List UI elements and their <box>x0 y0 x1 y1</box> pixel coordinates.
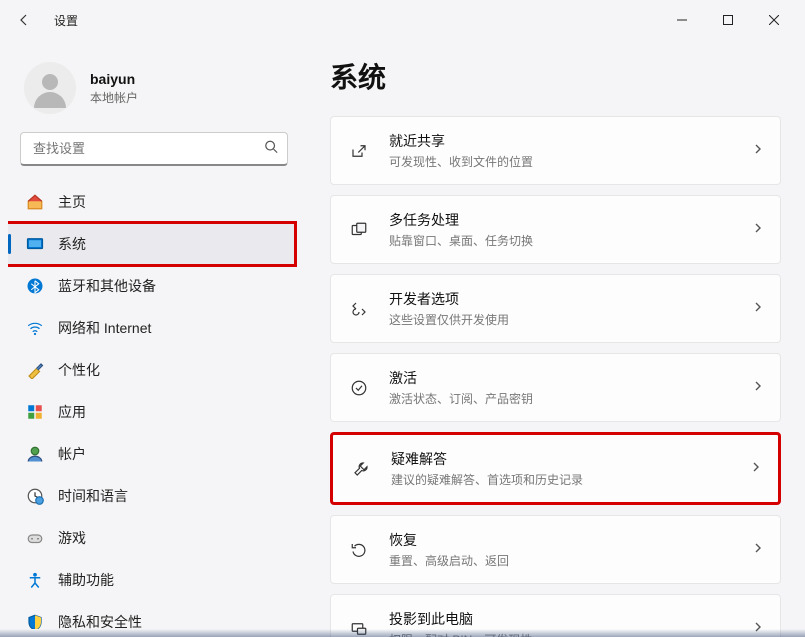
multitask-icon <box>347 218 371 242</box>
person-icon <box>30 68 70 108</box>
back-arrow-icon <box>16 12 32 28</box>
card-text: 开发者选项 这些设置仅供开发使用 <box>389 289 734 328</box>
accessibility-icon <box>26 571 44 589</box>
card-title: 疑难解答 <box>391 449 732 469</box>
card-title: 就近共享 <box>389 131 734 151</box>
sidebar-item-label: 时间和语言 <box>58 486 128 506</box>
profile-name: baiyun <box>90 71 138 87</box>
card-title: 恢复 <box>389 530 734 550</box>
page-title: 系统 <box>330 56 781 96</box>
sidebar-item-label: 游戏 <box>58 528 86 548</box>
chevron-right-icon <box>752 142 764 160</box>
sidebar-item-network[interactable]: 网络和 Internet <box>16 308 286 348</box>
card-subtitle: 激活状态、订阅、产品密钥 <box>389 390 734 407</box>
card-text: 就近共享 可发现性、收到文件的位置 <box>389 131 734 170</box>
shield-icon <box>26 613 44 629</box>
recovery-icon <box>347 538 371 562</box>
sidebar-item-label: 个性化 <box>58 360 100 380</box>
bluetooth-icon <box>26 277 44 295</box>
sidebar-item-label: 帐户 <box>58 444 86 464</box>
sidebar-item-home[interactable]: 主页 <box>16 182 286 222</box>
card-text: 恢复 重置、高级启动、返回 <box>389 530 734 569</box>
card-subtitle: 可发现性、收到文件的位置 <box>389 153 734 170</box>
settings-card-recovery[interactable]: 恢复 重置、高级启动、返回 <box>330 515 781 584</box>
system-icon <box>26 235 44 253</box>
sidebar-item-personalization[interactable]: 个性化 <box>16 350 286 390</box>
sidebar-item-label: 蓝牙和其他设备 <box>58 276 156 296</box>
card-text: 激活 激活状态、订阅、产品密钥 <box>389 368 734 407</box>
card-subtitle: 贴靠窗口、桌面、任务切换 <box>389 232 734 249</box>
share-icon <box>347 139 371 163</box>
sidebar-item-time[interactable]: 时间和语言 <box>16 476 286 516</box>
wrench-icon <box>349 457 373 481</box>
search-input[interactable] <box>20 132 288 166</box>
card-title: 多任务处理 <box>389 210 734 230</box>
back-button[interactable] <box>8 4 40 36</box>
settings-card-nearby-share[interactable]: 就近共享 可发现性、收到文件的位置 <box>330 116 781 185</box>
sidebar-item-apps[interactable]: 应用 <box>16 392 286 432</box>
gaming-icon <box>26 529 44 547</box>
sidebar-item-label: 应用 <box>58 402 86 422</box>
wifi-icon <box>26 319 44 337</box>
card-text: 疑难解答 建议的疑难解答、首选项和历史记录 <box>391 449 732 488</box>
maximize-button[interactable] <box>705 4 751 36</box>
search-icon <box>264 140 278 159</box>
sidebar-item-accessibility[interactable]: 辅助功能 <box>16 560 286 600</box>
account-icon <box>26 445 44 463</box>
home-icon <box>26 193 44 211</box>
sidebar-item-label: 网络和 Internet <box>58 318 151 338</box>
profile-block[interactable]: baiyun 本地帐户 <box>8 48 300 132</box>
check-icon <box>347 376 371 400</box>
chevron-right-icon <box>752 221 764 239</box>
window-title: 设置 <box>54 12 78 29</box>
maximize-icon <box>723 15 733 25</box>
dev-icon <box>347 297 371 321</box>
card-subtitle: 重置、高级启动、返回 <box>389 552 734 569</box>
sidebar-item-system[interactable]: 系统 <box>8 224 294 264</box>
sidebar-item-label: 系统 <box>58 234 86 254</box>
nav-list: 主页 系统 蓝牙和其他设备 网络和 Internet 个性化 应用 帐户 时间和… <box>8 180 300 629</box>
card-title: 开发者选项 <box>389 289 734 309</box>
card-title: 投影到此电脑 <box>389 609 734 629</box>
close-icon <box>769 15 779 25</box>
brush-icon <box>26 361 44 379</box>
settings-card-multitask[interactable]: 多任务处理 贴靠窗口、桌面、任务切换 <box>330 195 781 264</box>
sidebar-item-label: 隐私和安全性 <box>58 612 142 629</box>
search-wrap <box>20 132 288 166</box>
clock-icon <box>26 487 44 505</box>
main-content[interactable]: 系统 就近共享 可发现性、收到文件的位置 多任务处理 贴靠窗口、桌面、任务切换 … <box>300 40 805 637</box>
settings-card-developers[interactable]: 开发者选项 这些设置仅供开发使用 <box>330 274 781 343</box>
card-title: 激活 <box>389 368 734 388</box>
sidebar: baiyun 本地帐户 主页 系统 蓝牙和其他设备 网络和 Internet 个… <box>0 40 300 637</box>
chevron-right-icon <box>752 379 764 397</box>
close-button[interactable] <box>751 4 797 36</box>
card-subtitle: 建议的疑难解答、首选项和历史记录 <box>391 471 732 488</box>
profile-text: baiyun 本地帐户 <box>90 71 138 106</box>
chevron-right-icon <box>752 300 764 318</box>
apps-icon <box>26 403 44 421</box>
sidebar-item-accounts[interactable]: 帐户 <box>16 434 286 474</box>
card-text: 多任务处理 贴靠窗口、桌面、任务切换 <box>389 210 734 249</box>
sidebar-item-label: 主页 <box>58 192 86 212</box>
avatar <box>24 62 76 114</box>
settings-card-activation[interactable]: 激活 激活状态、订阅、产品密钥 <box>330 353 781 422</box>
card-list: 就近共享 可发现性、收到文件的位置 多任务处理 贴靠窗口、桌面、任务切换 开发者… <box>330 116 781 637</box>
body: baiyun 本地帐户 主页 系统 蓝牙和其他设备 网络和 Internet 个… <box>0 40 805 637</box>
sidebar-item-gaming[interactable]: 游戏 <box>16 518 286 558</box>
settings-card-troubleshoot[interactable]: 疑难解答 建议的疑难解答、首选项和历史记录 <box>330 432 781 505</box>
minimize-button[interactable] <box>659 4 705 36</box>
profile-type: 本地帐户 <box>90 89 138 106</box>
titlebar: 设置 <box>0 0 805 40</box>
chevron-right-icon <box>750 460 762 478</box>
taskbar-edge <box>0 629 805 637</box>
settings-window: 设置 baiyun 本地帐户 <box>0 0 805 637</box>
sidebar-item-privacy[interactable]: 隐私和安全性 <box>16 602 286 629</box>
chevron-right-icon <box>752 541 764 559</box>
sidebar-item-bluetooth[interactable]: 蓝牙和其他设备 <box>16 266 286 306</box>
window-controls <box>659 4 797 36</box>
minimize-icon <box>677 15 687 25</box>
sidebar-item-label: 辅助功能 <box>58 570 114 590</box>
card-subtitle: 这些设置仅供开发使用 <box>389 311 734 328</box>
